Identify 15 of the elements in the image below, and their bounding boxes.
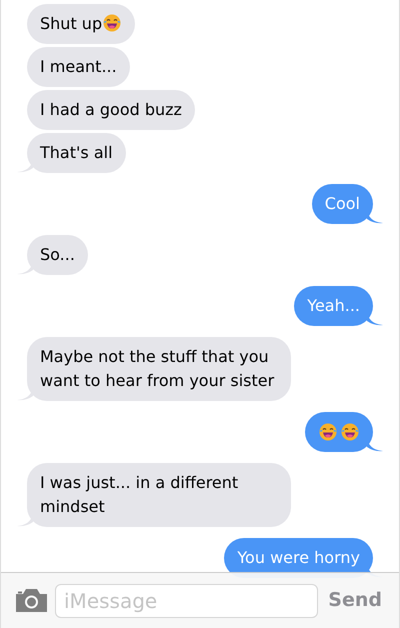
message-bubble: I meant...: [27, 47, 130, 87]
camera-icon[interactable]: [16, 589, 47, 612]
message-bubble: That's all: [27, 133, 126, 173]
message-bubble: Maybe not the stuff that you want to hear from your sister: [27, 337, 291, 401]
message-bubble: Yeah...: [294, 286, 373, 326]
message-bubble: I had a good buzz: [27, 90, 195, 130]
message-bubble: So...: [27, 235, 88, 275]
laughing-face-icon: [340, 422, 360, 442]
message-bubble: I was just... in a different mindset: [27, 463, 291, 527]
message-bubble: Cool: [312, 184, 373, 224]
send-button[interactable]: Send: [326, 586, 384, 615]
laughing-face-icon: [102, 13, 122, 33]
message-bubble: Shut up: [27, 4, 136, 44]
laughing-face-icon: [318, 422, 338, 442]
message-input[interactable]: iMessage: [55, 584, 318, 618]
